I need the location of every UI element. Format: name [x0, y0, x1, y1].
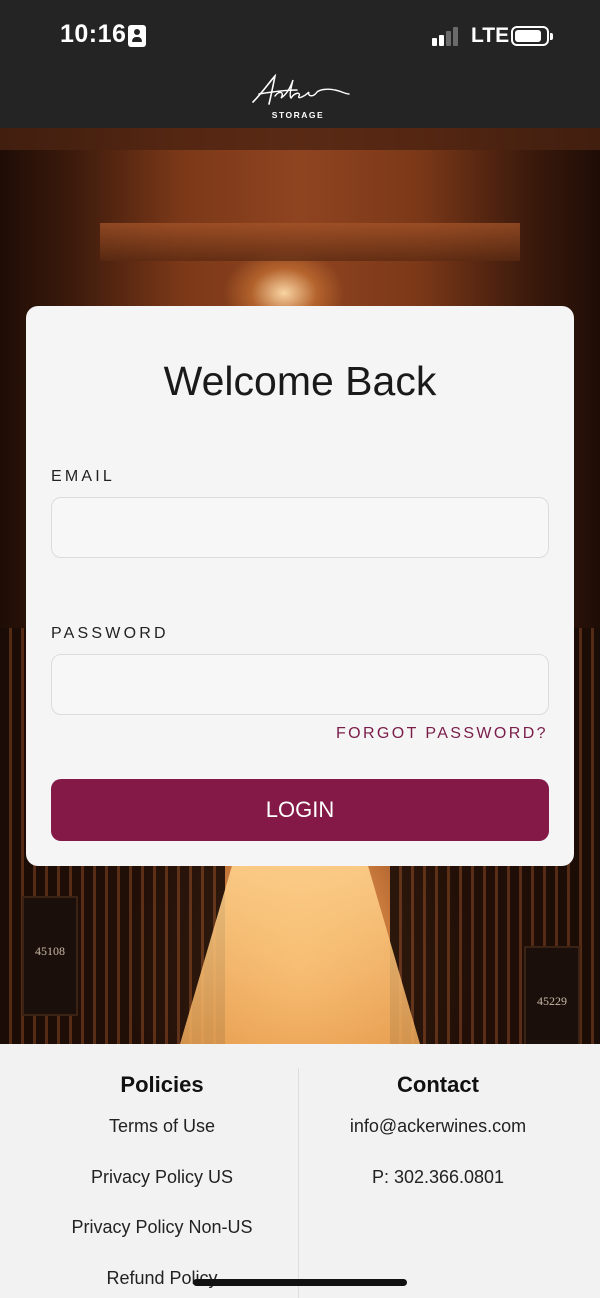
login-button[interactable]: LOGIN [51, 779, 549, 841]
password-field[interactable] [51, 654, 549, 715]
ceiling-beam [0, 128, 600, 150]
crate-label: 45108 [35, 944, 65, 958]
password-label: PASSWORD [51, 625, 169, 642]
policies-column: Policies Terms of Use Privacy Policy US … [13, 1072, 311, 1298]
email-field[interactable] [51, 497, 549, 558]
status-time: 10:16 [60, 20, 127, 48]
home-indicator[interactable] [193, 1279, 407, 1286]
footer: Policies Terms of Use Privacy Policy US … [0, 1044, 600, 1298]
terms-of-use-link[interactable]: Terms of Use [13, 1116, 311, 1167]
page-title: Welcome Back [163, 358, 437, 404]
contact-card-icon [128, 25, 146, 47]
email-label: EMAIL [51, 468, 116, 485]
forgot-password-link[interactable]: FORGOT PASSWORD? [336, 725, 548, 743]
ceiling-beam [100, 223, 520, 261]
wine-crate-left: 45108 [22, 896, 78, 1016]
crate-label: 45229 [537, 994, 567, 1008]
contact-email-link[interactable]: info@ackerwines.com [288, 1116, 588, 1167]
status-and-header-bar: 10:16 LTE STORAGE [0, 0, 600, 128]
logo-subtext: STORAGE [272, 110, 324, 120]
network-type: LTE [471, 24, 510, 47]
policies-heading: Policies [120, 1072, 204, 1097]
contact-column: Contact info@ackerwines.com P: 302.366.0… [288, 1072, 588, 1217]
acker-storage-logo[interactable]: STORAGE [245, 72, 355, 122]
privacy-policy-us-link[interactable]: Privacy Policy US [13, 1167, 311, 1218]
login-card: Welcome Back EMAIL PASSWORD FORGOT PASSW… [26, 306, 574, 866]
contact-phone[interactable]: P: 302.366.0801 [288, 1167, 588, 1218]
battery-icon [511, 26, 553, 46]
contact-heading: Contact [397, 1072, 479, 1097]
signal-icon [432, 26, 462, 46]
wine-crate-right: 45229 [524, 946, 580, 1044]
privacy-policy-non-us-link[interactable]: Privacy Policy Non-US [13, 1217, 311, 1268]
